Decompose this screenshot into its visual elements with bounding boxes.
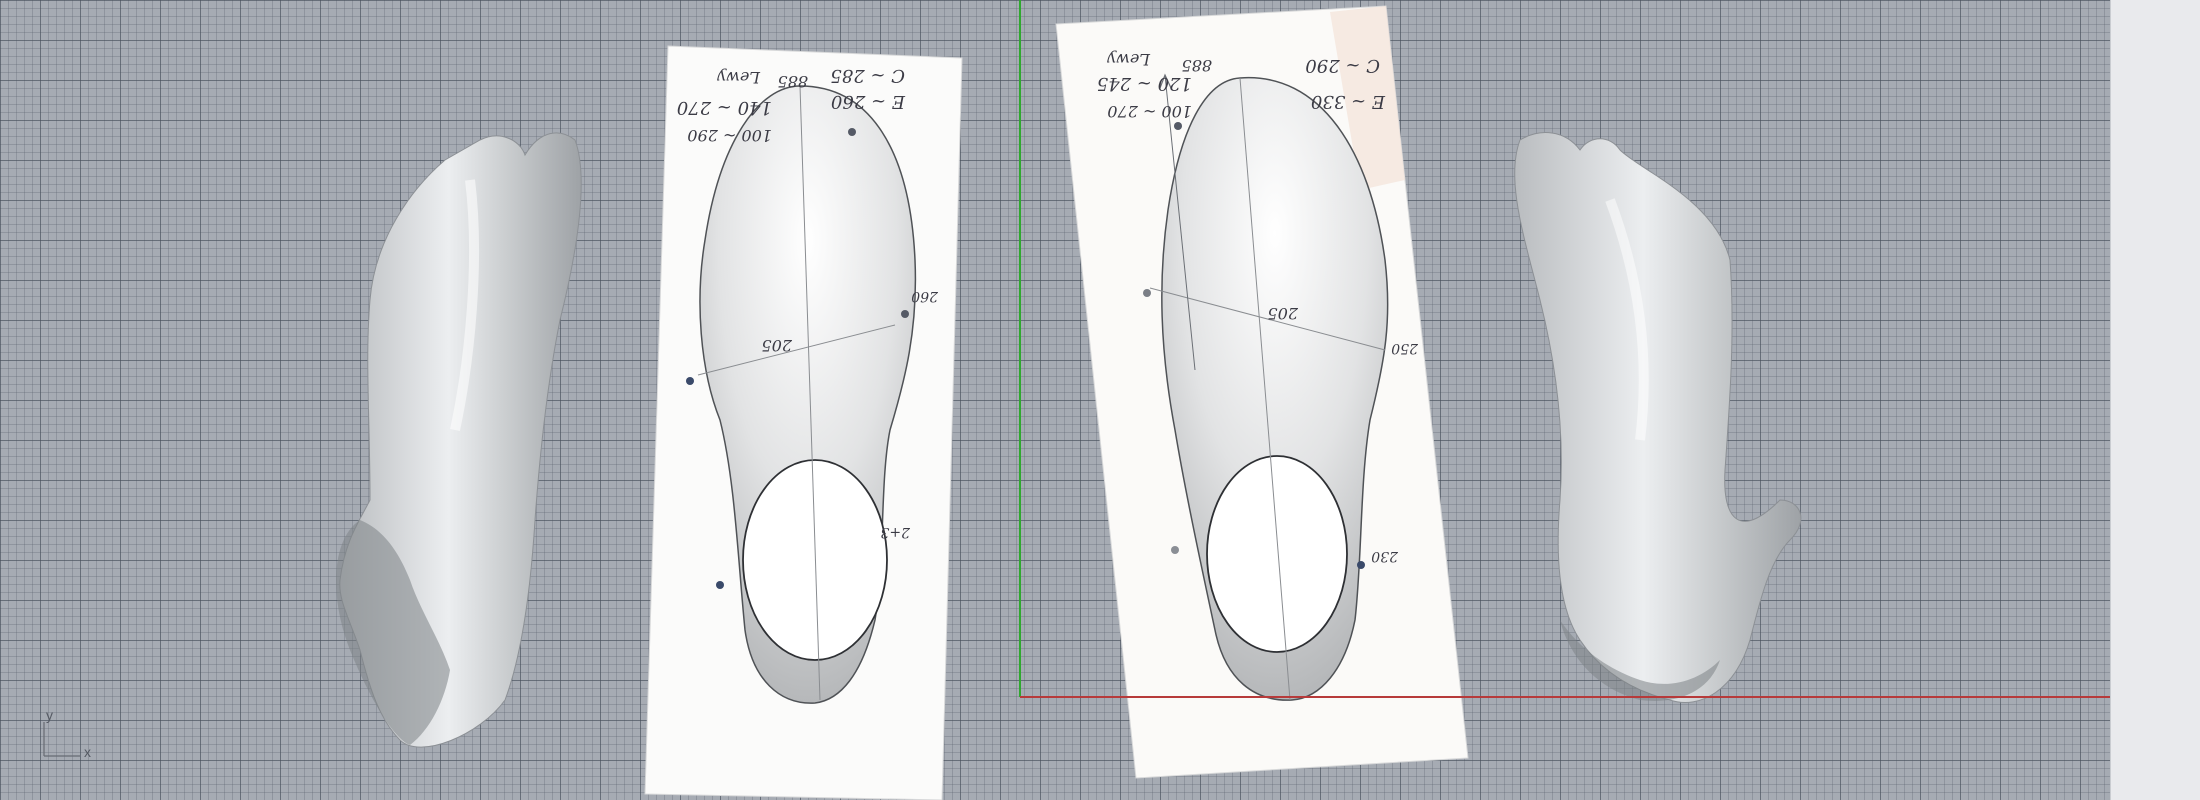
world-x-axis-line <box>1020 696 2110 698</box>
left-foot-scan-mesh[interactable] <box>336 132 582 748</box>
left-annot-e-260: E ~ 260 <box>831 91 906 112</box>
right-annot-c-290: C ~ 290 <box>1305 55 1380 76</box>
left-annot-885: 885 <box>777 72 808 91</box>
left-annot-260: 260 <box>911 288 939 304</box>
right-annot-230: 230 <box>1371 548 1399 564</box>
world-y-axis-line <box>1019 0 1021 697</box>
left-annot-100-290: 100 ~ 290 <box>687 126 772 145</box>
axis-label-y: y <box>46 707 53 723</box>
scene-canvas: C ~ 285 E ~ 260 140 ~ 270 100 ~ 290 Lewy… <box>43 5 1802 800</box>
left-annot-205: 205 <box>761 336 793 355</box>
right-annot-120-245: 120 ~ 245 <box>1097 73 1192 94</box>
right-annot-205: 205 <box>1267 304 1299 323</box>
left-annot-2plus3: 2+3 <box>880 524 911 540</box>
right-annot-885: 885 <box>1181 56 1212 75</box>
axis-indicator: y x <box>43 707 91 760</box>
right-foot-scan-mesh[interactable] <box>1514 132 1802 703</box>
3d-viewport[interactable]: C ~ 285 E ~ 260 140 ~ 270 100 ~ 290 Lewy… <box>0 0 2110 800</box>
right-annot-250: 250 <box>1391 340 1419 356</box>
left-annot-140-270: 140 ~ 270 <box>677 97 772 118</box>
axis-label-x: x <box>84 744 91 760</box>
left-annot-lewy: Lewy <box>716 68 761 87</box>
right-last-opening <box>1206 455 1348 653</box>
right-side-panel <box>2110 0 2200 800</box>
left-annot-c-285: C ~ 285 <box>830 65 905 86</box>
right-annot-100-270: 100 ~ 270 <box>1107 102 1192 121</box>
right-annot-lewy: Lewy <box>1106 50 1151 69</box>
right-annot-e-330: E ~ 330 <box>1311 91 1386 112</box>
